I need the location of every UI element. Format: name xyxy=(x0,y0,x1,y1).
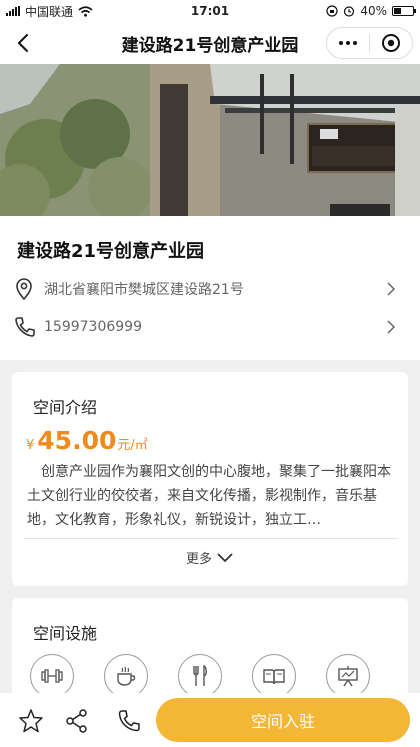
address-row[interactable]: 湖北省襄阳市樊城区建设路21号 xyxy=(0,269,420,309)
wifi-icon xyxy=(78,5,93,17)
book-icon xyxy=(263,669,285,685)
more-menu-button[interactable] xyxy=(327,28,369,58)
facility-coffee[interactable] xyxy=(104,654,148,698)
back-button[interactable] xyxy=(12,30,36,56)
target-icon xyxy=(382,34,400,52)
coffee-icon xyxy=(117,666,136,686)
park-name: 建设路21号创意产业园 xyxy=(17,241,205,262)
nav-bar: 建设路21号创意产业园 xyxy=(0,22,420,64)
price-value: 45.00 xyxy=(37,426,117,455)
orientation-lock-icon xyxy=(326,5,338,17)
presentation-icon xyxy=(338,666,358,687)
phone-row[interactable]: 15997306999 xyxy=(0,307,420,347)
page-title: 建设路21号创意产业园 xyxy=(121,35,299,56)
status-right: 40% xyxy=(326,4,416,18)
battery-percent: 40% xyxy=(360,4,387,18)
address-text: 湖北省襄阳市樊城区建设路21号 xyxy=(44,282,244,298)
space-intro-card: 空间介绍 ¥ 45.00 元/㎡ 创意产业园作为襄阳文创的中心腹地，聚集了一批襄… xyxy=(12,372,408,586)
status-left: 中国联通 xyxy=(6,3,93,20)
price: ¥ 45.00 元/㎡ xyxy=(26,426,148,455)
price-unit: 元/㎡ xyxy=(117,438,148,453)
intro-description: 创意产业园作为襄阳文创的中心腹地，聚集了一批襄阳本土文创行业的佼佼者，来自文化传… xyxy=(27,464,391,528)
share-icon[interactable] xyxy=(64,708,90,734)
facility-list xyxy=(30,654,370,698)
facilities-title: 空间设施 xyxy=(33,624,98,643)
join-space-button[interactable]: 空间入驻 xyxy=(156,698,410,742)
gym-icon xyxy=(41,669,63,683)
chevron-right-icon xyxy=(387,320,396,334)
battery-icon xyxy=(392,6,416,16)
alarm-icon xyxy=(344,6,355,17)
intro-title: 空间介绍 xyxy=(33,398,98,417)
phone-call-icon[interactable] xyxy=(116,708,142,734)
divider xyxy=(24,538,398,539)
close-mini-program-button[interactable] xyxy=(370,28,412,58)
chevron-down-icon xyxy=(217,552,233,562)
restaurant-icon xyxy=(193,664,207,686)
park-info-card: 建设路21号创意产业园 湖北省襄阳市樊城区建设路21号 15997306999 xyxy=(0,216,420,360)
chevron-left-icon xyxy=(18,34,28,52)
bottom-action-bar: 空间入驻 xyxy=(0,693,420,747)
status-bar: 中国联通 17:01 40% xyxy=(0,0,420,22)
phone-text: 15997306999 xyxy=(44,319,142,335)
phone-icon xyxy=(15,317,35,337)
more-toggle-button[interactable]: 更多 xyxy=(12,548,408,567)
location-pin-icon xyxy=(16,278,32,301)
facility-gym[interactable] xyxy=(30,654,74,698)
signal-icon xyxy=(6,6,20,16)
hero-photo xyxy=(0,64,420,216)
price-currency: ¥ xyxy=(26,438,35,453)
more-label: 更多 xyxy=(185,552,212,567)
mini-program-capsule xyxy=(326,27,413,59)
carrier-label: 中国联通 xyxy=(25,4,74,19)
chevron-right-icon xyxy=(387,282,396,296)
star-icon[interactable] xyxy=(18,708,44,734)
facility-restaurant[interactable] xyxy=(178,654,222,698)
facility-library[interactable] xyxy=(252,654,296,698)
facility-presentation[interactable] xyxy=(326,654,370,698)
